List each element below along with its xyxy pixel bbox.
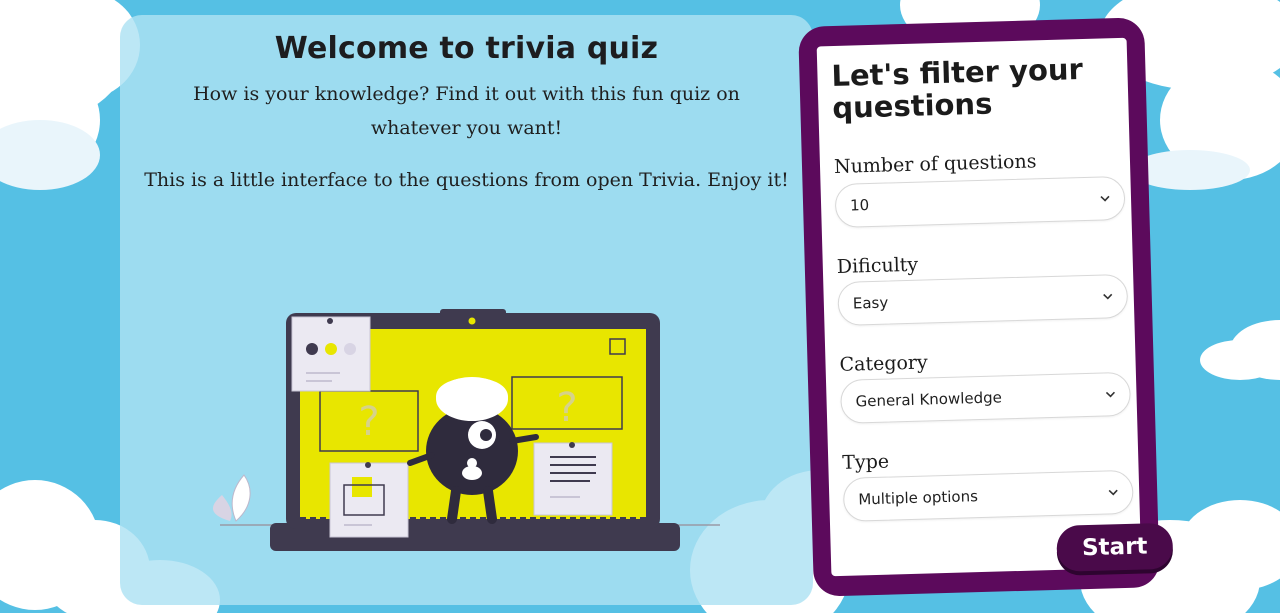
description-text: This is a little interface to the questi… [144, 169, 789, 191]
filter-panel: Let's filter your questions Number of qu… [798, 17, 1174, 597]
number-of-questions-value: 10 [849, 196, 870, 215]
chevron-down-icon [1100, 195, 1110, 202]
question-mark-left: ? [358, 399, 379, 445]
category-label: Category [839, 351, 929, 376]
category-select[interactable]: General Knowledge [839, 371, 1132, 424]
filter-title: Let's filter your questions [831, 52, 1084, 126]
laptop-quiz-illustration: ? ? [212, 309, 720, 551]
chevron-down-icon [1103, 293, 1113, 300]
difficulty-label: Dificulty [836, 253, 919, 278]
type-value: Multiple options [858, 487, 979, 509]
number-of-questions-select[interactable]: 10 [834, 175, 1126, 228]
page-title: Welcome to trivia quiz [274, 31, 659, 66]
question-mark-right: ? [556, 385, 577, 431]
number-of-questions-label: Number of questions [833, 150, 1037, 178]
type-label: Type [841, 450, 890, 474]
filter-card: Let's filter your questions Number of qu… [816, 37, 1142, 577]
plant-icon [212, 474, 251, 522]
category-value: General Knowledge [855, 388, 1003, 411]
start-button[interactable]: Start [1056, 522, 1174, 572]
difficulty-select[interactable]: Easy [837, 273, 1129, 326]
chevron-down-icon [1108, 489, 1118, 496]
chevron-down-icon [1105, 391, 1116, 398]
welcome-panel: Welcome to trivia quiz How is your knowl… [120, 15, 813, 605]
difficulty-value: Easy [852, 293, 889, 313]
intro-text: How is your knowledge? Find it out with … [193, 83, 740, 139]
type-select[interactable]: Multiple options [842, 469, 1134, 522]
